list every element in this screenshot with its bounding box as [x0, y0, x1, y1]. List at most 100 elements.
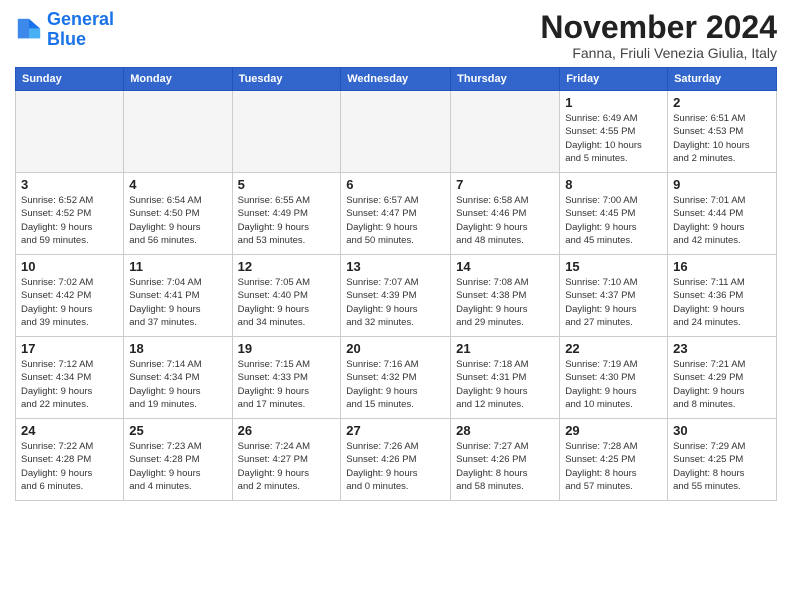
day-number: 22	[565, 341, 662, 356]
calendar-header: Sunday Monday Tuesday Wednesday Thursday…	[16, 68, 777, 91]
day-info: Sunrise: 7:28 AMSunset: 4:25 PMDaylight:…	[565, 440, 662, 493]
day-info: Sunrise: 7:04 AMSunset: 4:41 PMDaylight:…	[129, 276, 226, 329]
day-number: 21	[456, 341, 554, 356]
day-number: 27	[346, 423, 445, 438]
calendar-cell: 20Sunrise: 7:16 AMSunset: 4:32 PMDayligh…	[341, 337, 451, 419]
calendar-cell: 29 Sunrise: 7:28 AMSunset: 4:25 PMDayligh…	[560, 419, 668, 501]
calendar-cell: 25 Sunrise: 7:23 AMSunset: 4:28 PMDayligh…	[124, 419, 232, 501]
day-info: Sunrise: 7:18 AMSunset: 4:31 PMDaylight:…	[456, 358, 554, 411]
day-number: 1	[565, 95, 662, 110]
day-info: Sunrise: 7:12 AMSunset: 4:34 PMDaylight:…	[21, 358, 118, 411]
day-info: Sunrise: 7:23 AMSunset: 4:28 PMDaylight:…	[129, 440, 226, 493]
day-info: Sunrise: 7:27 AMSunset: 4:26 PMDaylight:…	[456, 440, 554, 493]
calendar-cell: 24Sunrise: 7:22 AMSunset: 4:28 PMDayligh…	[16, 419, 124, 501]
day-number: 3	[21, 177, 118, 192]
calendar-cell: 15 Sunrise: 7:10 AMSunset: 4:37 PMDayligh…	[560, 255, 668, 337]
logo-icon	[15, 16, 43, 44]
day-number: 26	[238, 423, 336, 438]
calendar-table: Sunday Monday Tuesday Wednesday Thursday…	[15, 67, 777, 501]
calendar-cell: 11 Sunrise: 7:04 AMSunset: 4:41 PMDayligh…	[124, 255, 232, 337]
day-number: 7	[456, 177, 554, 192]
day-info: Sunrise: 7:08 AMSunset: 4:38 PMDaylight:…	[456, 276, 554, 329]
day-number: 23	[673, 341, 771, 356]
logo-line2: Blue	[47, 29, 86, 49]
day-number: 28	[456, 423, 554, 438]
day-number: 9	[673, 177, 771, 192]
day-info: Sunrise: 7:07 AMSunset: 4:39 PMDaylight:…	[346, 276, 445, 329]
calendar-cell: 9Sunrise: 7:01 AMSunset: 4:44 PMDaylight…	[668, 173, 777, 255]
calendar-cell: 28 Sunrise: 7:27 AMSunset: 4:26 PMDayligh…	[451, 419, 560, 501]
header-tuesday: Tuesday	[232, 68, 341, 91]
day-info: Sunrise: 7:02 AMSunset: 4:42 PMDaylight:…	[21, 276, 118, 329]
calendar-cell: 26 Sunrise: 7:24 AMSunset: 4:27 PMDayligh…	[232, 419, 341, 501]
header-monday: Monday	[124, 68, 232, 91]
day-number: 10	[21, 259, 118, 274]
logo: General Blue	[15, 10, 114, 50]
day-info: Sunrise: 6:58 AMSunset: 4:46 PMDaylight:…	[456, 194, 554, 247]
day-number: 5	[238, 177, 336, 192]
day-number: 13	[346, 259, 445, 274]
calendar-cell: 17 Sunrise: 7:12 AMSunset: 4:34 PMDayligh…	[16, 337, 124, 419]
calendar-cell	[451, 91, 560, 173]
day-number: 12	[238, 259, 336, 274]
day-info: Sunrise: 6:55 AMSunset: 4:49 PMDaylight:…	[238, 194, 336, 247]
calendar-cell: 19 Sunrise: 7:15 AMSunset: 4:33 PMDayligh…	[232, 337, 341, 419]
week-row-4: 24Sunrise: 7:22 AMSunset: 4:28 PMDayligh…	[16, 419, 777, 501]
calendar-cell: 7 Sunrise: 6:58 AMSunset: 4:46 PMDaylight…	[451, 173, 560, 255]
calendar-cell: 13 Sunrise: 7:07 AMSunset: 4:39 PMDayligh…	[341, 255, 451, 337]
day-info: Sunrise: 7:15 AMSunset: 4:33 PMDaylight:…	[238, 358, 336, 411]
calendar-page: General Blue November 2024 Fanna, Friuli…	[0, 0, 792, 511]
day-info: Sunrise: 7:00 AMSunset: 4:45 PMDaylight:…	[565, 194, 662, 247]
week-row-2: 10 Sunrise: 7:02 AMSunset: 4:42 PMDayligh…	[16, 255, 777, 337]
day-info: Sunrise: 7:11 AMSunset: 4:36 PMDaylight:…	[673, 276, 771, 329]
calendar-cell: 30Sunrise: 7:29 AMSunset: 4:25 PMDayligh…	[668, 419, 777, 501]
day-number: 25	[129, 423, 226, 438]
location: Fanna, Friuli Venezia Giulia, Italy	[540, 45, 777, 61]
day-number: 8	[565, 177, 662, 192]
calendar-cell: 4 Sunrise: 6:54 AMSunset: 4:50 PMDaylight…	[124, 173, 232, 255]
month-title: November 2024	[540, 10, 777, 45]
calendar-cell: 21 Sunrise: 7:18 AMSunset: 4:31 PMDayligh…	[451, 337, 560, 419]
day-info: Sunrise: 6:52 AMSunset: 4:52 PMDaylight:…	[21, 194, 118, 247]
logo-text: General Blue	[47, 10, 114, 50]
header-thursday: Thursday	[451, 68, 560, 91]
calendar-cell	[16, 91, 124, 173]
title-block: November 2024 Fanna, Friuli Venezia Giul…	[540, 10, 777, 61]
day-info: Sunrise: 7:22 AMSunset: 4:28 PMDaylight:…	[21, 440, 118, 493]
logo-line1: General	[47, 9, 114, 29]
calendar-cell: 27Sunrise: 7:26 AMSunset: 4:26 PMDayligh…	[341, 419, 451, 501]
day-info: Sunrise: 6:49 AMSunset: 4:55 PMDaylight:…	[565, 112, 662, 165]
day-number: 17	[21, 341, 118, 356]
day-number: 4	[129, 177, 226, 192]
calendar-cell	[341, 91, 451, 173]
weekday-header-row: Sunday Monday Tuesday Wednesday Thursday…	[16, 68, 777, 91]
day-number: 29	[565, 423, 662, 438]
day-info: Sunrise: 7:21 AMSunset: 4:29 PMDaylight:…	[673, 358, 771, 411]
week-row-3: 17 Sunrise: 7:12 AMSunset: 4:34 PMDayligh…	[16, 337, 777, 419]
day-info: Sunrise: 6:57 AMSunset: 4:47 PMDaylight:…	[346, 194, 445, 247]
calendar-cell: 23 Sunrise: 7:21 AMSunset: 4:29 PMDayligh…	[668, 337, 777, 419]
calendar-cell: 22Sunrise: 7:19 AMSunset: 4:30 PMDayligh…	[560, 337, 668, 419]
header-sunday: Sunday	[16, 68, 124, 91]
calendar-cell: 3 Sunrise: 6:52 AMSunset: 4:52 PMDaylight…	[16, 173, 124, 255]
day-info: Sunrise: 7:10 AMSunset: 4:37 PMDaylight:…	[565, 276, 662, 329]
day-info: Sunrise: 7:24 AMSunset: 4:27 PMDaylight:…	[238, 440, 336, 493]
day-number: 14	[456, 259, 554, 274]
day-info: Sunrise: 6:51 AMSunset: 4:53 PMDaylight:…	[673, 112, 771, 165]
calendar-cell: 5 Sunrise: 6:55 AMSunset: 4:49 PMDaylight…	[232, 173, 341, 255]
day-info: Sunrise: 7:29 AMSunset: 4:25 PMDaylight:…	[673, 440, 771, 493]
day-info: Sunrise: 7:14 AMSunset: 4:34 PMDaylight:…	[129, 358, 226, 411]
day-number: 2	[673, 95, 771, 110]
header-wednesday: Wednesday	[341, 68, 451, 91]
calendar-cell: 6Sunrise: 6:57 AMSunset: 4:47 PMDaylight…	[341, 173, 451, 255]
day-number: 15	[565, 259, 662, 274]
calendar-cell: 12Sunrise: 7:05 AMSunset: 4:40 PMDayligh…	[232, 255, 341, 337]
calendar-cell: 2 Sunrise: 6:51 AMSunset: 4:53 PMDaylight…	[668, 91, 777, 173]
day-info: Sunrise: 6:54 AMSunset: 4:50 PMDaylight:…	[129, 194, 226, 247]
header-friday: Friday	[560, 68, 668, 91]
day-number: 11	[129, 259, 226, 274]
calendar-cell: 1 Sunrise: 6:49 AMSunset: 4:55 PMDaylight…	[560, 91, 668, 173]
header-saturday: Saturday	[668, 68, 777, 91]
day-number: 19	[238, 341, 336, 356]
header: General Blue November 2024 Fanna, Friuli…	[15, 10, 777, 61]
